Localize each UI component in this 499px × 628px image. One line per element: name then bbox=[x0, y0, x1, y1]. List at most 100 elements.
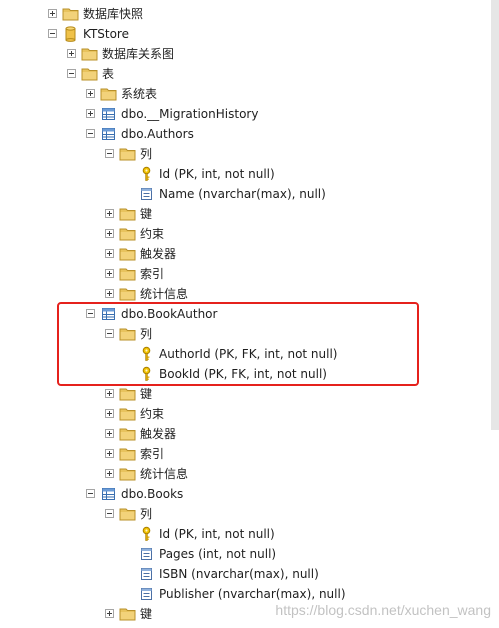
tree-node-label: 键 bbox=[140, 387, 153, 401]
tree-node-label: 统计信息 bbox=[140, 287, 189, 301]
folder-icon bbox=[119, 426, 137, 442]
tree-node[interactable]: 列 bbox=[0, 144, 499, 164]
tree-node-label: 列 bbox=[140, 507, 153, 521]
tree-node[interactable]: 系统表 bbox=[0, 84, 499, 104]
tree-node[interactable]: 数据库关系图 bbox=[0, 44, 499, 64]
expand-icon[interactable] bbox=[105, 609, 114, 618]
folder-icon bbox=[119, 206, 137, 222]
tree-node[interactable]: Id (PK, int, not null) bbox=[0, 524, 499, 544]
tree-node[interactable]: 统计信息 bbox=[0, 464, 499, 484]
expand-icon[interactable] bbox=[105, 389, 114, 398]
expand-icon[interactable] bbox=[48, 9, 57, 18]
collapse-icon[interactable] bbox=[105, 329, 114, 338]
tree-node[interactable]: Id (PK, int, not null) bbox=[0, 164, 499, 184]
collapse-icon[interactable] bbox=[86, 489, 95, 498]
column-icon bbox=[138, 586, 156, 602]
database-icon bbox=[62, 26, 80, 42]
tree-node[interactable]: AuthorId (PK, FK, int, not null) bbox=[0, 344, 499, 364]
tree-node[interactable]: 统计信息 bbox=[0, 284, 499, 304]
collapse-icon[interactable] bbox=[67, 69, 76, 78]
tree-node-label: 键 bbox=[140, 607, 153, 621]
tree-node[interactable]: Publisher (nvarchar(max), null) bbox=[0, 584, 499, 604]
tree-node[interactable]: 列 bbox=[0, 504, 499, 524]
folder-icon bbox=[119, 446, 137, 462]
tree-node[interactable]: 触发器 bbox=[0, 424, 499, 444]
expand-icon[interactable] bbox=[105, 289, 114, 298]
folder-icon bbox=[119, 386, 137, 402]
tree-node[interactable]: BookId (PK, FK, int, not null) bbox=[0, 364, 499, 384]
tree-node[interactable]: 索引 bbox=[0, 264, 499, 284]
folder-icon bbox=[119, 326, 137, 342]
tree-node[interactable]: 数据库快照 bbox=[0, 4, 499, 24]
column-icon bbox=[138, 546, 156, 562]
column-icon bbox=[138, 186, 156, 202]
expand-icon[interactable] bbox=[105, 469, 114, 478]
tree-node-label: 统计信息 bbox=[140, 467, 189, 481]
tree-node[interactable]: ISBN (nvarchar(max), null) bbox=[0, 564, 499, 584]
tree-node-label: 约束 bbox=[140, 227, 165, 241]
expand-icon[interactable] bbox=[86, 89, 95, 98]
tree-node-label: 列 bbox=[140, 147, 153, 161]
tree-node-label: 表 bbox=[102, 67, 115, 81]
collapse-icon[interactable] bbox=[86, 129, 95, 138]
tree-node[interactable]: dbo.__MigrationHistory bbox=[0, 104, 499, 124]
table-icon bbox=[100, 306, 118, 322]
expand-icon[interactable] bbox=[105, 429, 114, 438]
tree-node-label: 索引 bbox=[140, 447, 165, 461]
tree-node[interactable]: Name (nvarchar(max), null) bbox=[0, 184, 499, 204]
tree-node[interactable]: KTStore bbox=[0, 24, 499, 44]
tree-node-label: 列 bbox=[140, 327, 153, 341]
tree-node[interactable]: dbo.Books bbox=[0, 484, 499, 504]
tree-node-label: KTStore bbox=[83, 27, 129, 41]
vertical-scrollbar[interactable] bbox=[491, 0, 499, 430]
tree-node[interactable]: Pages (int, not null) bbox=[0, 544, 499, 564]
folder-icon bbox=[119, 406, 137, 422]
table-icon bbox=[100, 106, 118, 122]
watermark: https://blog.csdn.net/xuchen_wang bbox=[275, 602, 491, 618]
tree-node-label: Id (PK, int, not null) bbox=[159, 167, 275, 181]
tree-node-label: BookId (PK, FK, int, not null) bbox=[159, 367, 327, 381]
expand-icon[interactable] bbox=[105, 249, 114, 258]
expand-icon[interactable] bbox=[86, 109, 95, 118]
key-icon bbox=[138, 366, 156, 382]
tree-node-label: Publisher (nvarchar(max), null) bbox=[159, 587, 346, 601]
collapse-icon[interactable] bbox=[105, 509, 114, 518]
folder-icon bbox=[119, 606, 137, 622]
tree-node-label: 数据库快照 bbox=[83, 7, 144, 21]
expand-icon[interactable] bbox=[67, 49, 76, 58]
tree-node-label: AuthorId (PK, FK, int, not null) bbox=[159, 347, 338, 361]
tree-node[interactable]: 键 bbox=[0, 384, 499, 404]
tree-node-label: 索引 bbox=[140, 267, 165, 281]
column-icon bbox=[138, 566, 156, 582]
folder-icon bbox=[81, 46, 99, 62]
tree-node[interactable]: 约束 bbox=[0, 224, 499, 244]
tree-node[interactable]: 约束 bbox=[0, 404, 499, 424]
expand-icon[interactable] bbox=[105, 209, 114, 218]
tree-node-label: 触发器 bbox=[140, 427, 177, 441]
collapse-icon[interactable] bbox=[86, 309, 95, 318]
expand-icon[interactable] bbox=[105, 449, 114, 458]
key-icon bbox=[138, 346, 156, 362]
folder-icon bbox=[81, 66, 99, 82]
key-icon bbox=[138, 526, 156, 542]
tree-node-label: dbo.BookAuthor bbox=[121, 307, 218, 321]
expand-icon[interactable] bbox=[105, 269, 114, 278]
tree-node[interactable]: 键 bbox=[0, 204, 499, 224]
expand-icon[interactable] bbox=[105, 229, 114, 238]
tree-node[interactable]: 表 bbox=[0, 64, 499, 84]
tree-node-label: 键 bbox=[140, 207, 153, 221]
tree-node[interactable]: 索引 bbox=[0, 444, 499, 464]
folder-icon bbox=[119, 506, 137, 522]
table-icon bbox=[100, 126, 118, 142]
tree-node[interactable]: 触发器 bbox=[0, 244, 499, 264]
tree-node[interactable]: dbo.Authors bbox=[0, 124, 499, 144]
expand-icon[interactable] bbox=[105, 409, 114, 418]
collapse-icon[interactable] bbox=[48, 29, 57, 38]
folder-icon bbox=[62, 6, 80, 22]
key-icon bbox=[138, 166, 156, 182]
tree-node[interactable]: dbo.BookAuthor bbox=[0, 304, 499, 324]
tree-node[interactable]: 列 bbox=[0, 324, 499, 344]
collapse-icon[interactable] bbox=[105, 149, 114, 158]
folder-icon bbox=[119, 266, 137, 282]
folder-icon bbox=[119, 246, 137, 262]
